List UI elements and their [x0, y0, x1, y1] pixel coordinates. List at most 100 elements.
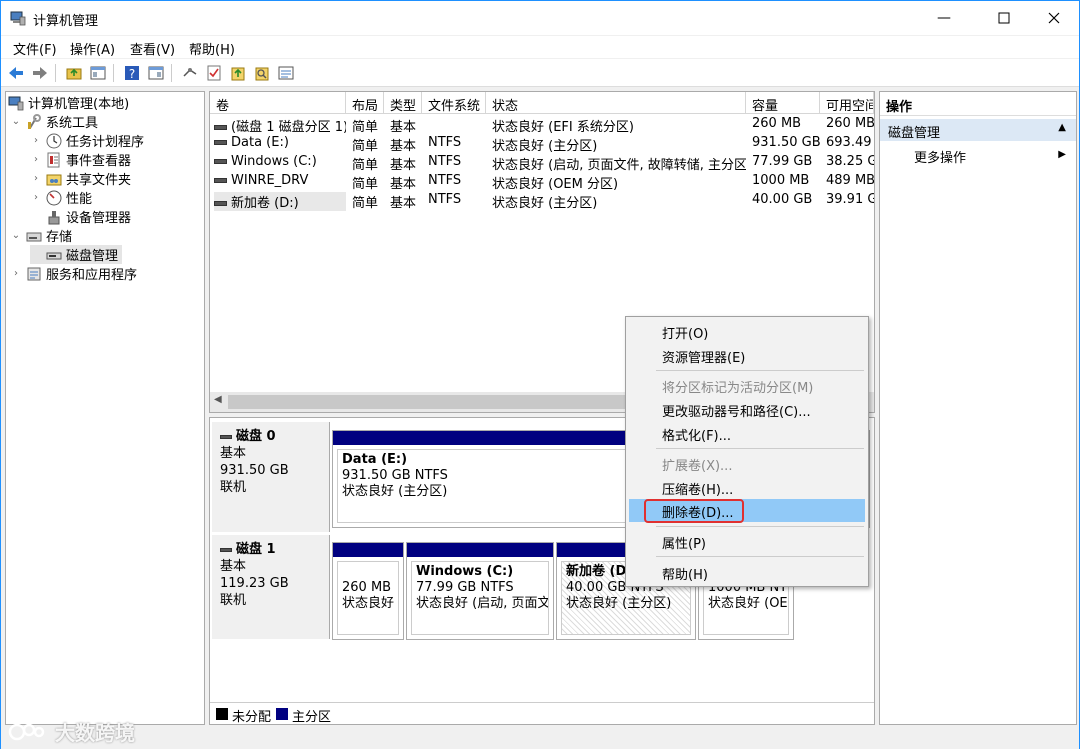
toolbar: ? [1, 59, 1079, 87]
expand-icon[interactable]: › [10, 268, 22, 279]
expand-icon[interactable]: › [30, 154, 42, 165]
tree-item-storage[interactable]: ⌄ 存储 [10, 226, 72, 245]
watermark-text: 大数跨境 [55, 721, 135, 745]
tree-item-task-scheduler[interactable]: › 任务计划程序 [30, 131, 144, 150]
partition-status: 状态良好 ( [342, 596, 399, 611]
cell-capacity: 1000 MB [752, 173, 810, 188]
cell-layout: 简单 [352, 139, 379, 154]
cell-capacity: 77.99 GB [752, 154, 813, 169]
menu-item-format[interactable]: 格式化(F)... [629, 422, 865, 445]
tree-label: 共享文件夹 [66, 173, 132, 188]
scrollbar-thumb[interactable] [228, 395, 668, 409]
list-view-icon[interactable] [277, 64, 295, 82]
tree-label: 系统工具 [46, 116, 99, 131]
console-tree: 计算机管理(本地) ⌄ 系统工具 › 任务计划程序 › 事件查看器 › 共享文件… [5, 91, 205, 725]
collapse-icon[interactable]: ⌄ [10, 116, 22, 127]
disk-1-label[interactable]: 磁盘 1 基本 119.23 GB 联机 [212, 535, 330, 639]
collapse-up-icon[interactable]: ▲ [1058, 122, 1066, 133]
computer-management-icon [8, 96, 24, 110]
table-row[interactable]: Windows (C:) 简单 基本 NTFS 状态良好 (启动, 页面文件, … [210, 153, 874, 173]
column-header-capacity[interactable]: 容量 [746, 92, 820, 114]
actions-group-label: 磁盘管理 [888, 126, 941, 141]
menu-item-open[interactable]: 打开(O) [629, 320, 865, 343]
column-header-volume[interactable]: 卷 [210, 92, 346, 114]
cell-free-space: 489 MB [826, 173, 874, 188]
menu-file[interactable]: 文件(F) [13, 39, 57, 58]
disk-icon [220, 434, 232, 439]
menu-action[interactable]: 操作(A) [70, 39, 115, 58]
tree-label: 存储 [46, 230, 73, 245]
menu-item-change-drive-letter[interactable]: 更改驱动器号和路径(C)... [629, 398, 865, 421]
menu-item-shrink[interactable]: 压缩卷(H)... [629, 476, 865, 499]
cell-filesystem: NTFS [428, 154, 462, 169]
tree-item-performance[interactable]: › 性能 [30, 188, 92, 207]
tree-item-shared-folders[interactable]: › 共享文件夹 [30, 169, 131, 188]
disk-management-icon [46, 252, 62, 259]
computer-management-icon [10, 11, 26, 26]
disk-0-label[interactable]: 磁盘 0 基本 931.50 GB 联机 [212, 422, 330, 532]
partition-efi[interactable]: 260 MB 状态良好 ( [332, 542, 404, 640]
up-folder-icon[interactable] [65, 64, 83, 82]
expand-icon[interactable]: › [30, 173, 42, 184]
disk-0-state: 联机 [220, 480, 247, 495]
menu-view[interactable]: 查看(V) [130, 39, 175, 58]
cell-volume: Data (E:) [214, 135, 346, 150]
disk-1-state: 联机 [220, 593, 247, 608]
title-bar: 计算机管理 — [1, 1, 1079, 35]
table-row[interactable]: (磁盘 1 磁盘分区 1) 简单 基本 状态良好 (EFI 系统分区) 260 … [210, 115, 874, 135]
actions-pane: 操作 磁盘管理 ▲ 更多操作 ▶ [879, 91, 1077, 725]
menu-separator [656, 526, 864, 527]
checklist-icon[interactable] [205, 64, 223, 82]
minimize-button[interactable]: — [921, 1, 967, 35]
svg-text:?: ? [129, 67, 135, 81]
tree-item-root[interactable]: 计算机管理(本地) [6, 93, 129, 112]
partition-status: 状态良好 (主分区) [566, 596, 672, 611]
close-button[interactable] [1031, 1, 1077, 35]
table-row[interactable]: 新加卷 (D:) 简单 基本 NTFS 状态良好 (主分区) 40.00 GB … [210, 191, 874, 211]
column-header-layout[interactable]: 布局 [346, 92, 384, 114]
show-hide-tree-icon[interactable] [89, 64, 107, 82]
table-row[interactable]: WINRE_DRV 简单 基本 NTFS 状态良好 (OEM 分区) 1000 … [210, 172, 874, 192]
tree-item-services-apps[interactable]: › 服务和应用程序 [10, 264, 137, 283]
table-row[interactable]: Data (E:) 简单 基本 NTFS 状态良好 (主分区) 931.50 G… [210, 134, 874, 154]
menu-item-properties[interactable]: 属性(P) [629, 530, 865, 553]
volume-icon [214, 125, 227, 130]
column-header-type[interactable]: 类型 [384, 92, 422, 114]
help-icon[interactable]: ? [123, 64, 141, 82]
connect-icon[interactable] [181, 64, 199, 82]
maximize-button[interactable] [981, 1, 1027, 35]
expand-icon[interactable]: › [30, 192, 42, 203]
menu-item-explorer[interactable]: 资源管理器(E) [629, 344, 865, 367]
context-menu: 打开(O) 资源管理器(E) 将分区标记为活动分区(M) 更改驱动器号和路径(C… [625, 316, 869, 587]
cell-status: 状态良好 (启动, 页面文件, 故障转储, 主分区) [492, 158, 746, 173]
more-actions[interactable]: 更多操作 [914, 147, 966, 166]
back-icon[interactable] [7, 64, 25, 82]
tree-item-device-manager[interactable]: 设备管理器 [30, 207, 131, 226]
column-header-status[interactable]: 状态 [486, 92, 746, 114]
cell-status: 状态良好 (OEM 分区) [492, 177, 619, 192]
expand-icon[interactable]: › [30, 135, 42, 146]
primary-partition-bar [333, 543, 403, 557]
menu-item-help[interactable]: 帮助(H) [629, 561, 865, 584]
tree-label: 磁盘管理 [66, 249, 119, 264]
tree-label: 事件查看器 [66, 154, 132, 169]
partition-status: 状态良好 (启动, 页面文( [416, 596, 549, 611]
window-title: 计算机管理 [33, 14, 99, 29]
scroll-left-icon[interactable]: ◀ [214, 394, 222, 405]
disk-name-text: 磁盘 0 [236, 429, 276, 444]
tree-item-event-viewer[interactable]: › 事件查看器 [30, 150, 131, 169]
column-header-filesystem[interactable]: 文件系统 [422, 92, 486, 114]
partition-info: Windows (C:) 77.99 GB NTFS 状态良好 (启动, 页面文… [411, 561, 549, 635]
partition-windows-c[interactable]: Windows (C:) 77.99 GB NTFS 状态良好 (启动, 页面文… [406, 542, 554, 640]
collapse-icon[interactable]: ⌄ [10, 230, 22, 241]
folder-search-icon[interactable] [253, 64, 271, 82]
tree-item-system-tools[interactable]: ⌄ 系统工具 [10, 112, 98, 131]
folder-up-icon[interactable] [229, 64, 247, 82]
tree-item-disk-management[interactable]: 磁盘管理 [30, 245, 123, 264]
properties-view-icon[interactable] [147, 64, 165, 82]
actions-group-disk-management[interactable]: 磁盘管理 ▲ [880, 119, 1076, 141]
cell-filesystem: NTFS [428, 192, 462, 207]
menu-help[interactable]: 帮助(H) [189, 39, 235, 58]
column-header-free-space[interactable]: 可用空间 [820, 92, 874, 114]
forward-icon[interactable] [31, 64, 49, 82]
